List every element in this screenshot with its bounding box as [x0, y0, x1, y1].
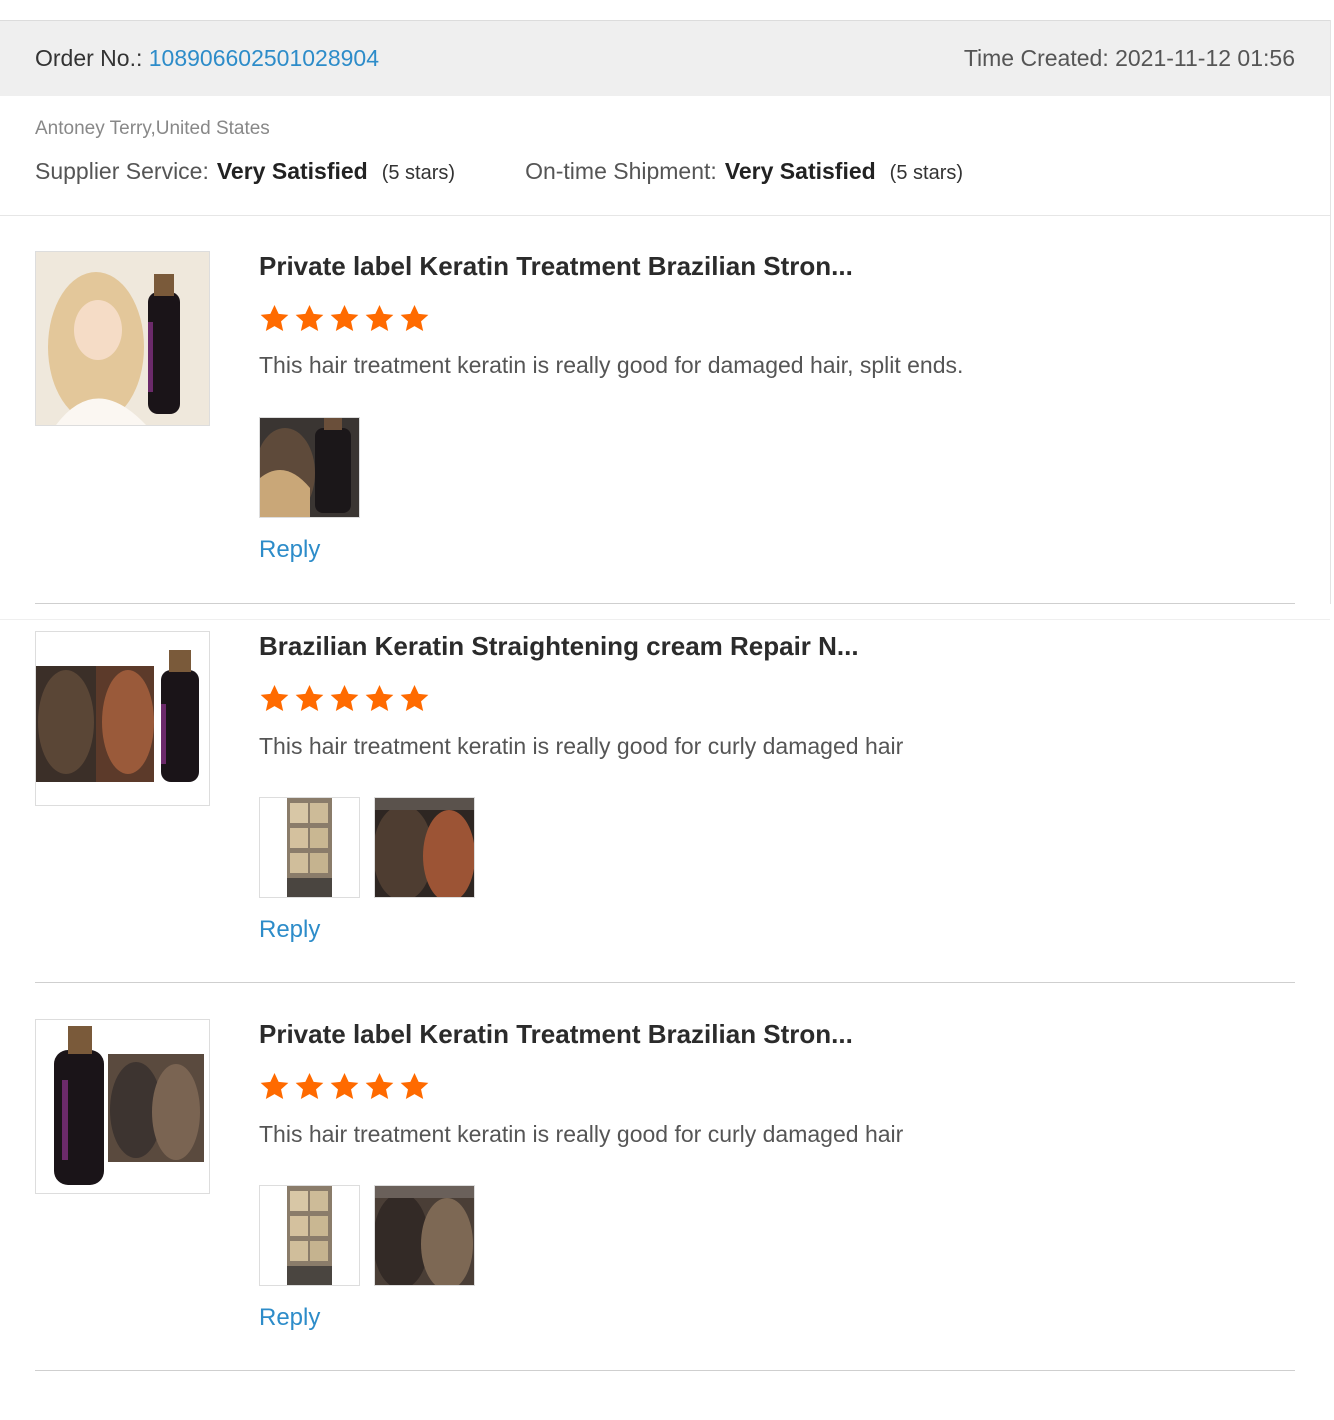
review-text: This hair treatment keratin is really go… [259, 352, 964, 378]
supplier-service-value: Very Satisfied [216, 158, 368, 184]
star-icon [295, 305, 324, 331]
reply-link[interactable]: Reply [259, 536, 320, 564]
star-icon [295, 685, 324, 711]
product-thumbnail[interactable] [35, 251, 210, 426]
section-divider [0, 619, 1330, 620]
review-text: This hair treatment keratin is really go… [259, 733, 904, 759]
review-photo[interactable] [259, 797, 360, 898]
time-created: Time Created: 2021-11-12 01:56 [963, 45, 1295, 71]
star-icon [260, 1073, 289, 1099]
review-divider [35, 1370, 1295, 1371]
review-star-rating [257, 1071, 432, 1103]
order-header: Order No.: 108906602501028904 Time Creat… [0, 21, 1330, 96]
reviewer-name-country: Antoney Terry,United States [35, 118, 270, 139]
star-icon [400, 1073, 429, 1099]
star-icon [365, 305, 394, 331]
panel-right-border [1330, 20, 1331, 604]
reply-link[interactable]: Reply [259, 916, 320, 944]
star-icon [365, 1073, 394, 1099]
review-star-rating [257, 303, 432, 335]
review-photo[interactable] [374, 1185, 475, 1286]
star-icon [400, 305, 429, 331]
review-photos [259, 797, 489, 898]
summary-divider [0, 215, 1330, 216]
review-star-rating [257, 683, 432, 715]
reply-link[interactable]: Reply [259, 1304, 320, 1332]
star-icon [330, 685, 359, 711]
order-number: Order No.: 108906602501028904 [35, 45, 379, 72]
star-icon [330, 1073, 359, 1099]
supplier-service-label: Supplier Service: [35, 158, 209, 184]
star-icon [400, 685, 429, 711]
review-text: This hair treatment keratin is really go… [259, 1121, 904, 1147]
product-title[interactable]: Private label Keratin Treatment Brazilia… [259, 251, 853, 282]
order-ratings: Supplier Service: Very Satisfied (5 star… [35, 158, 963, 185]
supplier-service-rating: Supplier Service: Very Satisfied (5 star… [35, 158, 455, 185]
product-title[interactable]: Private label Keratin Treatment Brazilia… [259, 1019, 853, 1050]
review-photo[interactable] [374, 797, 475, 898]
on-time-shipment-stars: (5 stars) [889, 162, 964, 184]
review-photo[interactable] [259, 417, 360, 518]
order-number-link[interactable]: 108906602501028904 [149, 45, 379, 71]
on-time-shipment-label: On-time Shipment: [525, 158, 717, 184]
star-icon [295, 1073, 324, 1099]
star-icon [330, 305, 359, 331]
review-photos [259, 417, 374, 518]
order-number-label: Order No.: [35, 45, 149, 71]
product-title[interactable]: Brazilian Keratin Straightening cream Re… [259, 631, 859, 662]
star-icon [365, 685, 394, 711]
review-photos [259, 1185, 489, 1286]
on-time-shipment-value: Very Satisfied [724, 158, 876, 184]
star-icon [260, 305, 289, 331]
star-icon [260, 685, 289, 711]
product-thumbnail[interactable] [35, 631, 210, 806]
supplier-service-stars: (5 stars) [381, 162, 456, 184]
product-thumbnail[interactable] [35, 1019, 210, 1194]
review-photo[interactable] [259, 1185, 360, 1286]
review-divider [35, 982, 1295, 983]
review-divider [35, 603, 1295, 604]
on-time-shipment-rating: On-time Shipment: Very Satisfied (5 star… [525, 158, 963, 185]
